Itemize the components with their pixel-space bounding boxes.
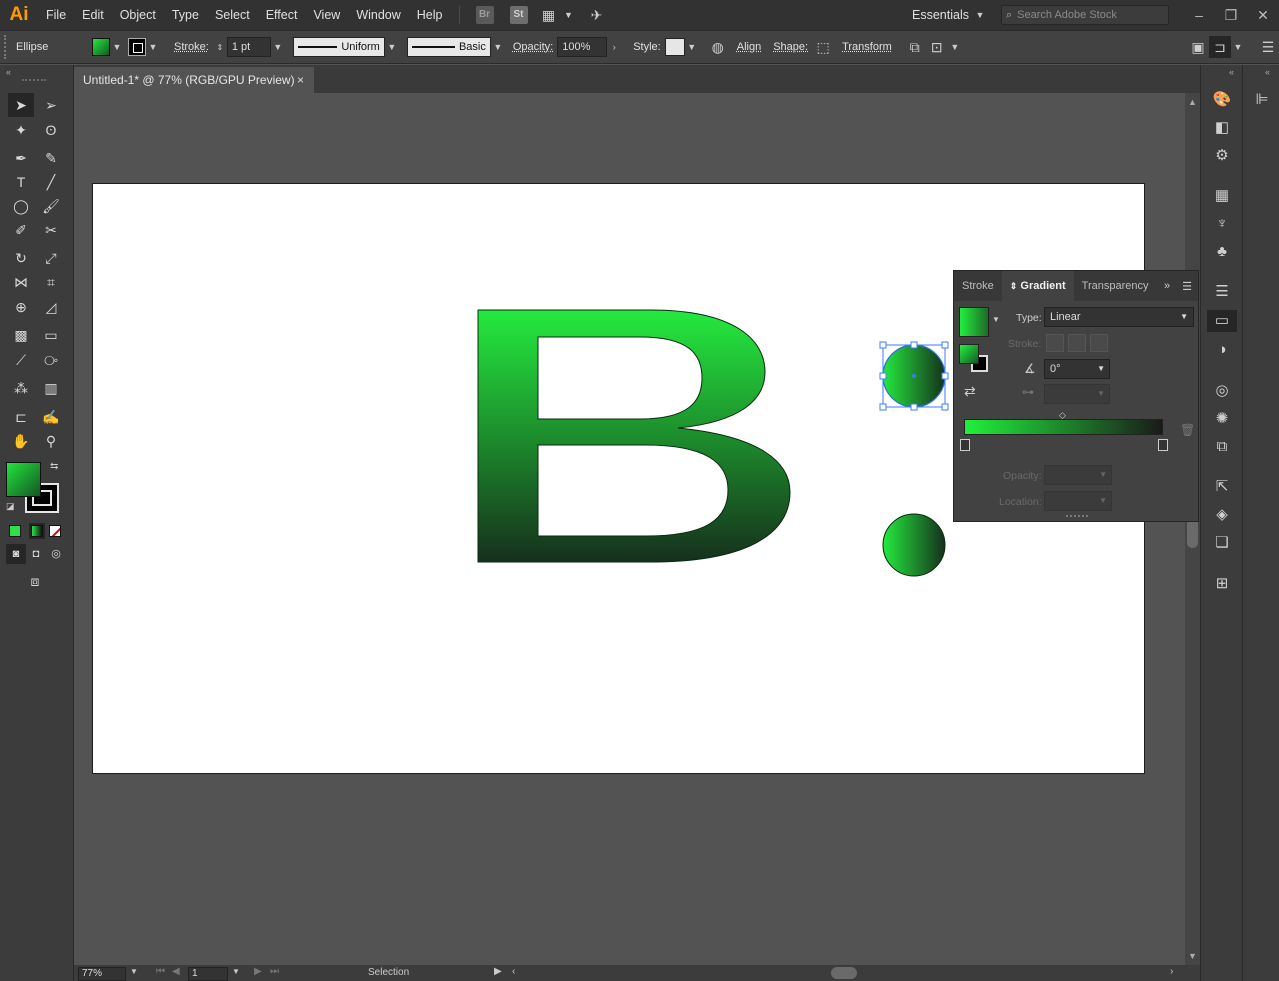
- stroke-gradient-along-icon[interactable]: [1068, 334, 1086, 352]
- chevron-down-icon: ▼: [1097, 389, 1105, 398]
- center-point: [912, 374, 916, 378]
- color-guide-icon[interactable]: ◧: [1207, 117, 1237, 139]
- scroll-right-icon[interactable]: ›: [1170, 966, 1173, 977]
- artboards-icon[interactable]: ❏: [1207, 532, 1237, 554]
- chevron-down-icon: ▼: [1099, 496, 1107, 505]
- gradient-ramp[interactable]: [964, 419, 1163, 435]
- location-field: ▼: [1044, 491, 1112, 511]
- last-artboard-icon[interactable]: ⏭: [270, 966, 279, 977]
- panel-tabs: Stroke ⇕ Gradient Transparency » ☰: [954, 271, 1198, 301]
- previous-artboard-icon[interactable]: ◀: [172, 966, 180, 977]
- scroll-down-icon[interactable]: ▼: [1188, 951, 1197, 961]
- angle-field[interactable]: 0° ▼: [1044, 359, 1110, 379]
- align-panel-icon[interactable]: ⊫: [1247, 89, 1277, 111]
- export-icon[interactable]: ⇱: [1207, 476, 1237, 498]
- chevron-down-icon: ▼: [1180, 312, 1188, 321]
- chevron-down-icon: ▼: [1099, 470, 1107, 479]
- stroke-gradient-across-icon[interactable]: [1090, 334, 1108, 352]
- angle-value: 0°: [1050, 363, 1061, 375]
- status-bar: 77% ▼ ⏮ ◀ 1 ▼ ▶ ⏭ Selection ▶ ‹ ›: [74, 965, 1200, 981]
- vertical-scrollbar[interactable]: ▲ ▼: [1185, 93, 1200, 965]
- transparency-panel-icon[interactable]: ◑: [1207, 339, 1237, 361]
- aspect-ratio-field: ▼: [1044, 384, 1110, 404]
- artboard-number-field[interactable]: 1: [188, 967, 228, 981]
- color-panel-icon[interactable]: 🎨: [1207, 89, 1237, 111]
- asset-export-icon[interactable]: ⧉: [1207, 436, 1237, 458]
- expand-panels-icon[interactable]: «: [1229, 67, 1234, 77]
- libraries-icon[interactable]: ⚙: [1207, 145, 1237, 167]
- swatches-icon[interactable]: ▦: [1207, 185, 1237, 207]
- brushes-icon[interactable]: ♆: [1207, 213, 1237, 235]
- opacity-field: ▼: [1044, 465, 1112, 485]
- panel-dock-strip: « 🎨 ◧ ⚙ ▦ ♆ ♣ ☰ ▭ ◑ ◎ ✺ ⧉ ⇱ ◈ ❏ ⊞: [1200, 65, 1242, 981]
- gradient-type-value: Linear: [1050, 311, 1081, 323]
- tab-stroke[interactable]: Stroke: [954, 271, 1002, 301]
- bottom-circle[interactable]: [882, 513, 946, 577]
- zoom-field[interactable]: 77%: [78, 967, 126, 981]
- layers-icon[interactable]: ◈: [1207, 504, 1237, 526]
- gradient-panel: Stroke ⇕ Gradient Transparency » ☰ ▼ ⇄ T…: [953, 270, 1199, 522]
- scroll-up-icon[interactable]: ▲: [1188, 97, 1197, 107]
- tab-transparency[interactable]: Transparency: [1074, 271, 1157, 301]
- sort-icon: ⇕: [1009, 281, 1018, 291]
- vertical-scroll-thumb[interactable]: [1187, 518, 1198, 548]
- tab-gradient[interactable]: ⇕ Gradient: [1001, 271, 1074, 301]
- letter-b-shape[interactable]: [477, 309, 791, 563]
- current-tool-status: Selection: [368, 967, 410, 978]
- chevron-down-icon[interactable]: ▼: [130, 967, 138, 976]
- angle-icon: ∡: [1024, 361, 1036, 376]
- chevron-down-icon[interactable]: ▼: [992, 315, 1000, 324]
- collapse-panel-icon[interactable]: »: [1158, 280, 1176, 292]
- aspect-ratio-icon: ⊶: [1022, 385, 1034, 399]
- chevron-down-icon[interactable]: ▼: [232, 967, 240, 976]
- gradient-stop-right[interactable]: [1158, 439, 1168, 451]
- expand-panels-icon[interactable]: «: [1265, 67, 1270, 77]
- tab-gradient-label: Gradient: [1020, 280, 1066, 292]
- horizontal-scroll-thumb[interactable]: [831, 967, 857, 979]
- opacity-label: Opacity:: [1003, 470, 1042, 482]
- delete-stop-icon[interactable]: 🗑: [1180, 423, 1195, 437]
- stroke-panel-icon[interactable]: ☰: [1207, 281, 1237, 303]
- secondary-dock-strip: « ⊫: [1242, 65, 1279, 981]
- scroll-left-icon[interactable]: ‹: [512, 966, 515, 977]
- symbols-icon[interactable]: ♣: [1207, 241, 1237, 263]
- gradient-type-select[interactable]: Linear ▼: [1044, 307, 1194, 327]
- next-artboard-icon[interactable]: ▶: [254, 966, 262, 977]
- gradient-stop-left[interactable]: [960, 439, 970, 451]
- panel-menu-icon[interactable]: ☰: [1176, 280, 1198, 293]
- resize-grip[interactable]: [1066, 515, 1088, 519]
- first-artboard-icon[interactable]: ⏮: [156, 966, 165, 977]
- status-menu-icon[interactable]: ▶: [494, 966, 502, 977]
- chevron-down-icon: ▼: [1097, 364, 1105, 373]
- stroke-gradient-within-icon[interactable]: [1046, 334, 1064, 352]
- fill-indicator[interactable]: [959, 344, 979, 364]
- appearance-icon[interactable]: ◎: [1207, 380, 1237, 402]
- reverse-gradient-icon[interactable]: ⇄: [964, 383, 976, 400]
- graphic-styles-icon[interactable]: ✺: [1207, 408, 1237, 430]
- location-label: Location:: [999, 496, 1042, 508]
- gradient-panel-icon[interactable]: ▭: [1207, 310, 1237, 332]
- stroke-label: Stroke:: [1008, 338, 1042, 350]
- gradient-preview-swatch[interactable]: [959, 307, 989, 337]
- transform-panel-icon[interactable]: ⊞: [1207, 573, 1237, 595]
- type-label: Type:: [1016, 312, 1042, 324]
